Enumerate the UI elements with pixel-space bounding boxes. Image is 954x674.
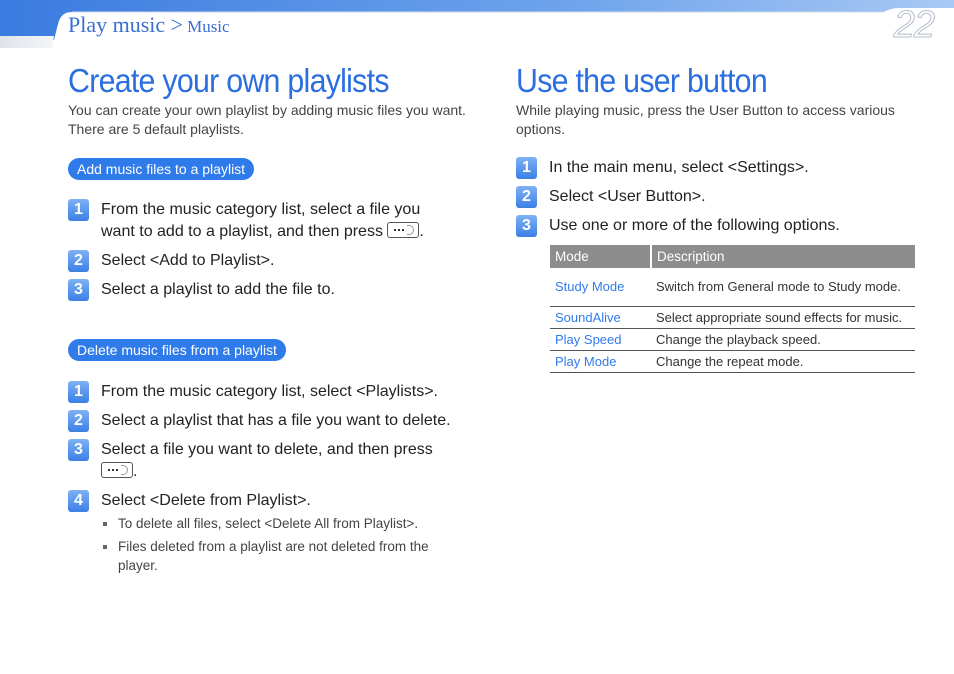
step-number: 3: [516, 215, 537, 237]
step-number: 1: [516, 157, 537, 179]
left-title: Create your own playlists: [68, 62, 389, 99]
step-text-end: .: [419, 223, 424, 240]
menu-button-icon: [387, 222, 420, 238]
bullet-icon: [103, 522, 107, 526]
step-number: 2: [516, 186, 537, 208]
options-table: Mode Description Study Mode Switch from …: [550, 245, 915, 373]
menu-button-icon: [101, 462, 133, 478]
note-text: To delete all files, select <Delete All …: [118, 516, 419, 531]
step-number: 3: [68, 439, 89, 461]
step-text: Select a file you want to delete, and th…: [101, 441, 433, 458]
step-number: 4: [68, 490, 89, 512]
section-heading-add: Add music files to a playlist: [68, 158, 255, 180]
left-intro: You can create your own playlist by addi…: [68, 102, 466, 137]
description-cell: Switch from General mode to Study mode.: [651, 268, 915, 307]
mode-cell: Play Mode: [550, 350, 651, 373]
step-text: Select <Delete from Playlist>.: [101, 492, 311, 509]
breadcrumb: Play music > Music: [68, 12, 230, 38]
table-row: Play Speed Change the playback speed.: [550, 328, 915, 351]
step-text: Select <User Button>.: [549, 188, 706, 205]
step-number: 1: [68, 381, 89, 403]
column-header-mode: Mode: [550, 245, 651, 268]
mode-cell: Play Speed: [550, 328, 651, 351]
notes-list: To delete all files, select <Delete All …: [101, 514, 441, 579]
step-text: Select a playlist to add the file to.: [101, 281, 335, 298]
step-text: Use one or more of the following options…: [549, 217, 840, 234]
description-cell: Change the repeat mode.: [651, 350, 915, 373]
step-number: 3: [68, 279, 89, 301]
step-text: Select a playlist that has a file you wa…: [101, 412, 451, 429]
step-text: From the music category list, select <Pl…: [101, 383, 438, 400]
table-row: Play Mode Change the repeat mode.: [550, 350, 915, 373]
mode-cell: Study Mode: [550, 268, 651, 307]
note-text: Files deleted from a playlist are not de…: [118, 539, 429, 573]
step-text-end: .: [133, 463, 138, 480]
bullet-icon: [103, 545, 107, 549]
breadcrumb-sub: Music: [187, 17, 230, 36]
step-text: Select <Add to Playlist>.: [101, 252, 275, 269]
step-number: 2: [68, 250, 89, 272]
description-cell: Select appropriate sound effects for mus…: [651, 306, 915, 329]
right-intro: While playing music, press the User Butt…: [516, 102, 895, 137]
note-item: Files deleted from a playlist are not de…: [101, 537, 441, 575]
right-title: Use the user button: [516, 62, 768, 99]
step-number: 1: [68, 199, 89, 221]
mode-cell: SoundAlive: [550, 306, 651, 329]
column-header-description: Description: [650, 245, 915, 268]
section-heading-delete: Delete music files from a playlist: [68, 339, 286, 361]
step-text: In the main menu, select <Settings>.: [549, 159, 809, 176]
table-row: Study Mode Switch from General mode to S…: [550, 268, 915, 307]
step-text: From the music category list, select a f…: [101, 201, 421, 240]
step-number: 2: [68, 410, 89, 432]
table-header-row: Mode Description: [550, 245, 915, 268]
breadcrumb-main: Play music >: [68, 12, 184, 37]
description-cell: Change the playback speed.: [651, 328, 915, 351]
table-row: SoundAlive Select appropriate sound effe…: [550, 306, 915, 329]
page-number: 22: [893, 4, 935, 47]
note-item: To delete all files, select <Delete All …: [101, 514, 441, 533]
